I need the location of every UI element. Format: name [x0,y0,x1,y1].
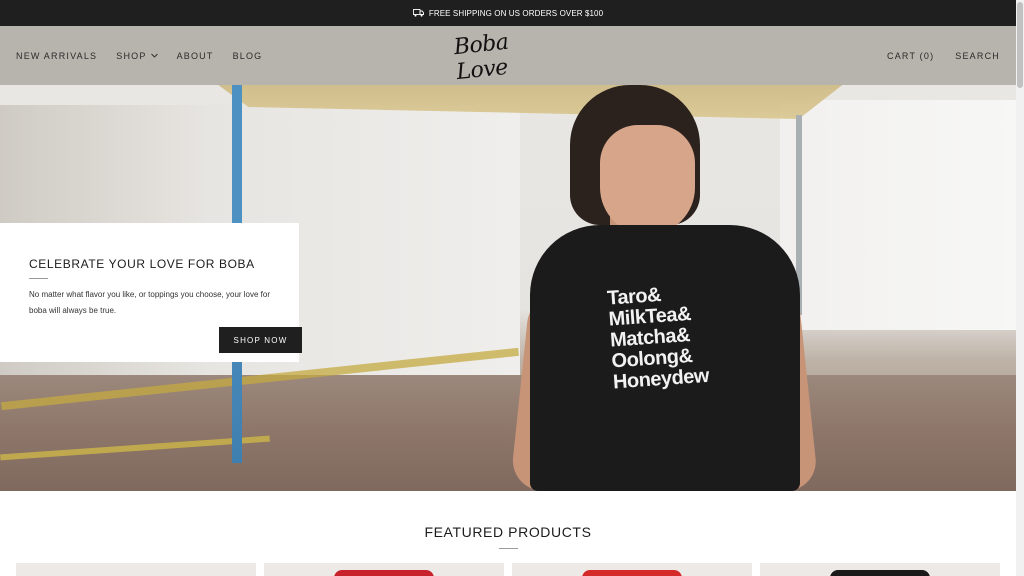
product-card[interactable] [512,563,752,576]
product-image [334,570,434,576]
secondary-nav: CART (0) SEARCH [887,26,1000,85]
product-card[interactable] [16,563,256,576]
model-face [600,125,695,235]
shop-now-button[interactable]: SHOP NOW [219,327,302,353]
promo-description: No matter what flavor you like, or toppi… [29,290,271,315]
nav-shop-label: SHOP [116,50,147,61]
site-header: NEW ARRIVALS SHOP ABOUT BLOG Boba Love C… [0,26,1016,85]
nav-about[interactable]: ABOUT [177,51,214,61]
announcement-text: FREE SHIPPING ON US ORDERS OVER $100 [428,8,604,18]
promo-divider [29,278,48,279]
chevron-down-icon [150,53,158,58]
product-image [582,570,682,576]
nav-new-arrivals[interactable]: NEW ARRIVALS [16,51,97,61]
announcement-bar: FREE SHIPPING ON US ORDERS OVER $100 [0,0,1016,26]
product-card[interactable] [760,563,1000,576]
nav-blog[interactable]: BLOG [233,51,263,61]
featured-products-title: FEATURED PRODUCTS [424,524,592,540]
featured-divider [499,548,518,549]
primary-nav: NEW ARRIVALS SHOP ABOUT BLOG [16,26,262,85]
promo-title: CELEBRATE YOUR LOVE FOR BOBA [29,257,255,271]
site-logo[interactable]: Boba Love [453,26,557,85]
tshirt-print: Taro& MilkTea& Matcha& Oolong& Honeydew [606,278,774,393]
product-card[interactable] [264,563,504,576]
hero-background-wall-right [780,100,1016,330]
product-image [830,570,930,576]
scrollbar-thumb[interactable] [1017,2,1023,88]
search-link[interactable]: SEARCH [955,51,1000,61]
cart-link[interactable]: CART (0) [887,51,934,61]
nav-shop[interactable]: SHOP [116,50,158,61]
truck-icon [412,9,424,17]
